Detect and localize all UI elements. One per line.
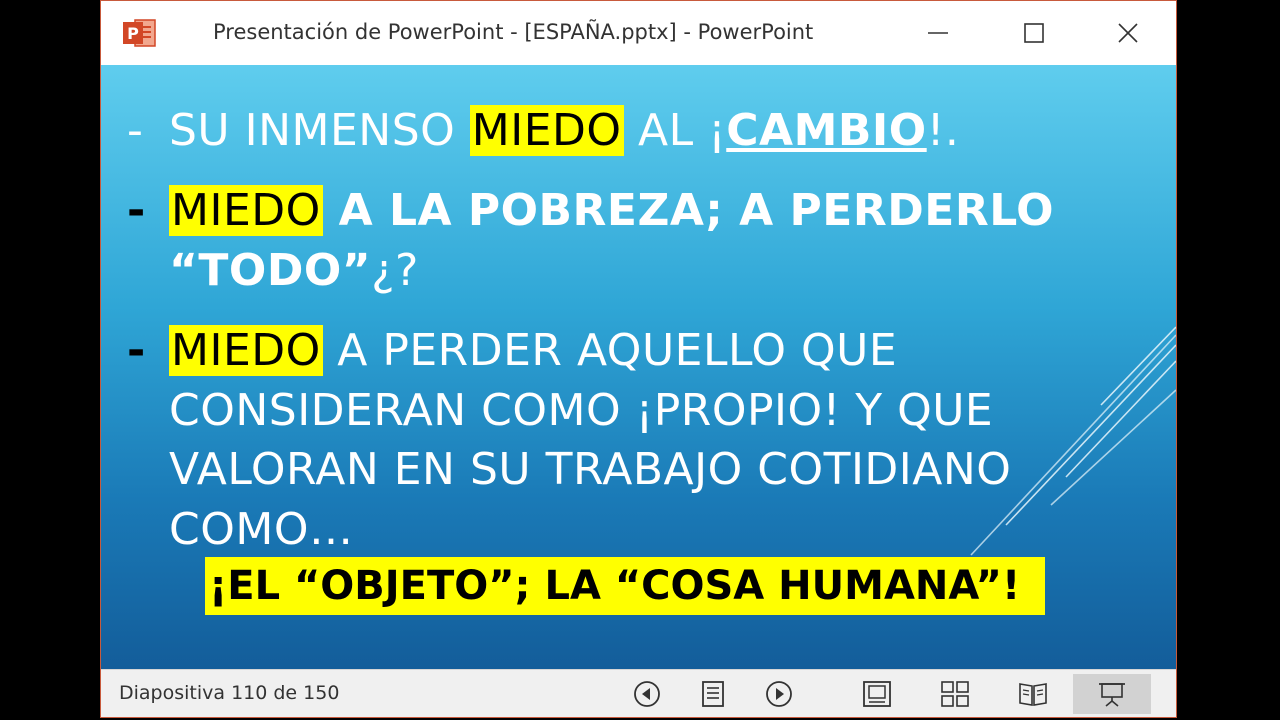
next-icon [766, 681, 792, 707]
slideshow-button[interactable] [1073, 674, 1151, 714]
line7-text: COMO… [169, 504, 354, 555]
highlight-miedo: MIEDO [169, 185, 323, 236]
cambio-underlined: CAMBIO [726, 105, 927, 156]
next-slide-button[interactable] [759, 674, 799, 714]
line1-text-d: !. [926, 105, 960, 156]
line1-text-b: AL ¡ [623, 105, 727, 156]
minimize-button[interactable] [891, 1, 985, 65]
bullet-dash: - [127, 325, 146, 376]
close-icon [1118, 23, 1138, 43]
slideshow-icon [1099, 683, 1125, 707]
slide-canvas[interactable]: - SU INMENSO MIEDO AL ¡CAMBIO!. - MIEDO … [101, 65, 1176, 669]
slide-sorter-icon [941, 681, 969, 707]
close-button[interactable] [1081, 1, 1175, 65]
normal-view-button[interactable] [857, 674, 897, 714]
powerpoint-window: P Presentación de PowerPoint - [ESPAÑA.p… [100, 0, 1177, 718]
reading-view-button[interactable] [1013, 674, 1053, 714]
slide-counter: Diapositiva 110 de 150 [119, 682, 340, 704]
title-bar[interactable]: P Presentación de PowerPoint - [ESPAÑA.p… [101, 1, 1176, 65]
highlight-miedo: MIEDO [169, 325, 323, 376]
powerpoint-app-icon[interactable]: P [123, 18, 157, 48]
menu-icon [702, 681, 724, 707]
status-bar: Diapositiva 110 de 150 [101, 669, 1176, 717]
previous-slide-button[interactable] [627, 674, 667, 714]
window-title: Presentación de PowerPoint - [ESPAÑA.ppt… [213, 20, 814, 44]
line1-text-a: SU INMENSO [169, 105, 470, 156]
menu-button[interactable] [693, 674, 733, 714]
line5-text: CONSIDERAN COMO ¡PROPIO! Y QUE [169, 385, 994, 436]
maximize-icon [1024, 23, 1044, 43]
slide-sorter-button[interactable] [935, 674, 975, 714]
highlighted-conclusion: ¡EL “OBJETO”; LA “COSA HUMANA”! [205, 557, 1045, 615]
todo-text: “TODO” [169, 245, 372, 296]
app-icon-letter: P [127, 24, 139, 43]
line2-text: A LA POBREZA; A PERDERLO [322, 185, 1055, 236]
bullet-dash: - [127, 105, 144, 156]
normal-view-icon [863, 681, 891, 707]
minimize-icon [928, 32, 948, 34]
reading-view-icon [1019, 683, 1047, 706]
question-marks: ¿? [371, 245, 419, 296]
highlight-miedo: MIEDO [469, 105, 624, 156]
line6-text: VALORAN EN SU TRABAJO COTIDIANO [169, 444, 1012, 495]
bullet-dash: - [127, 185, 146, 236]
line4-text: A PERDER AQUELLO QUE [322, 325, 898, 376]
previous-icon [634, 681, 660, 707]
maximize-button[interactable] [987, 1, 1081, 65]
